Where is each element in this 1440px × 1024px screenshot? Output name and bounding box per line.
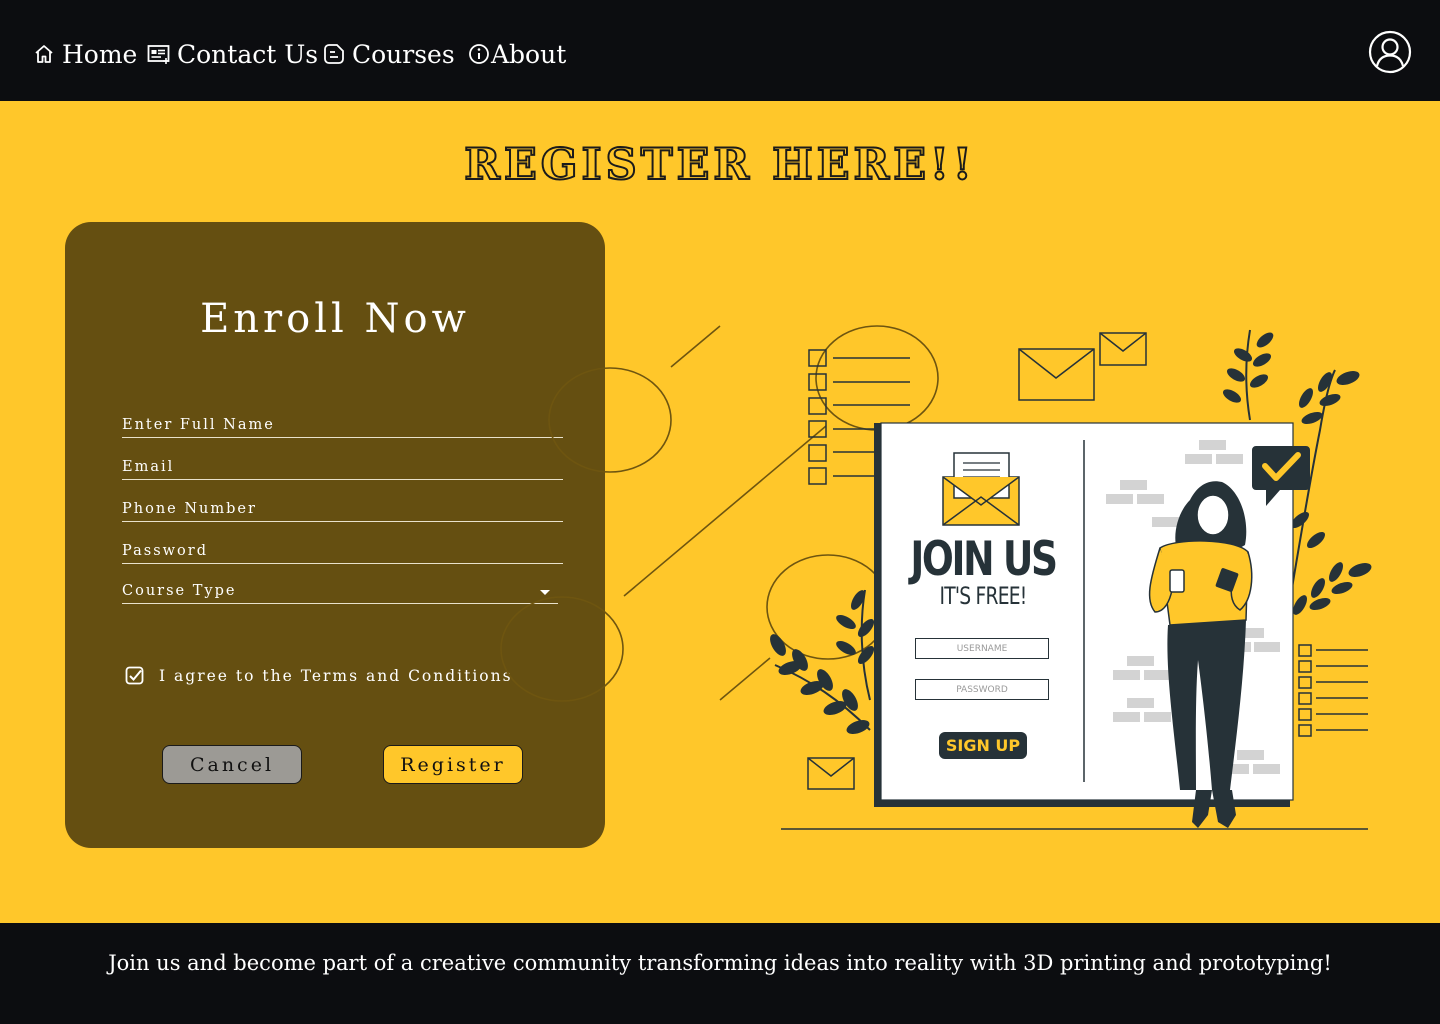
- course-type-label: Course Type: [122, 583, 237, 599]
- nav-item-about[interactable]: About: [468, 34, 566, 74]
- nav-item-home[interactable]: Home: [33, 34, 137, 74]
- signup-board-shadow: [874, 423, 1290, 807]
- courses-icon: [324, 44, 344, 64]
- register-button[interactable]: Register: [383, 745, 523, 784]
- woman-figure: [1148, 481, 1253, 828]
- illustration-username-field: USERNAME: [915, 638, 1049, 659]
- illustration-signup-button: SIGN UP: [939, 732, 1027, 759]
- board-envelope-icon: [942, 452, 1020, 526]
- terms-checkbox[interactable]: [125, 666, 145, 686]
- password-label: Password: [122, 543, 208, 559]
- checklist-left: [808, 349, 910, 485]
- form-title: Enroll Now: [200, 296, 470, 342]
- check-bubble-icon: [1252, 446, 1310, 506]
- full-name-input[interactable]: Enter Full Name: [122, 411, 563, 438]
- page-heading: REGISTER HERE!!: [463, 139, 976, 191]
- phone-number-label: Phone Number: [122, 501, 257, 517]
- user-profile-icon[interactable]: [1368, 30, 1412, 74]
- full-name-label: Enter Full Name: [122, 417, 275, 433]
- join-us-title: JOIN US: [910, 532, 1058, 587]
- footer-text: Join us and become part of a creative co…: [108, 951, 1332, 975]
- plant-leaves: [1222, 329, 1372, 615]
- plant-leaves-left: [770, 589, 875, 734]
- home-icon: [35, 45, 53, 63]
- phone-number-input[interactable]: Phone Number: [122, 495, 563, 522]
- contact-card-icon: [147, 45, 170, 64]
- email-input[interactable]: Email: [122, 453, 563, 480]
- password-input[interactable]: Password: [122, 537, 563, 564]
- cancel-button[interactable]: Cancel: [162, 745, 302, 784]
- email-label: Email: [122, 459, 175, 475]
- terms-label: I agree to the Terms and Conditions: [159, 667, 513, 685]
- join-us-subtitle: IT'S FREE!: [939, 582, 1027, 610]
- nav-home-label: Home: [62, 39, 138, 69]
- course-type-select[interactable]: Course Type: [122, 577, 558, 604]
- nav-item-contact-us[interactable]: Contact Us: [147, 34, 318, 74]
- nav-about-label: About: [491, 39, 567, 69]
- checklist-right: [1298, 644, 1368, 737]
- nav-courses-label: Courses: [352, 39, 455, 69]
- wall-bricks: [1106, 440, 1280, 774]
- nav-item-courses[interactable]: Courses: [322, 34, 455, 74]
- dropdown-caret-icon: [540, 590, 550, 595]
- nav-contact-label: Contact Us: [177, 39, 319, 69]
- illustration-password-field: PASSWORD: [915, 679, 1049, 700]
- info-icon: [469, 44, 489, 64]
